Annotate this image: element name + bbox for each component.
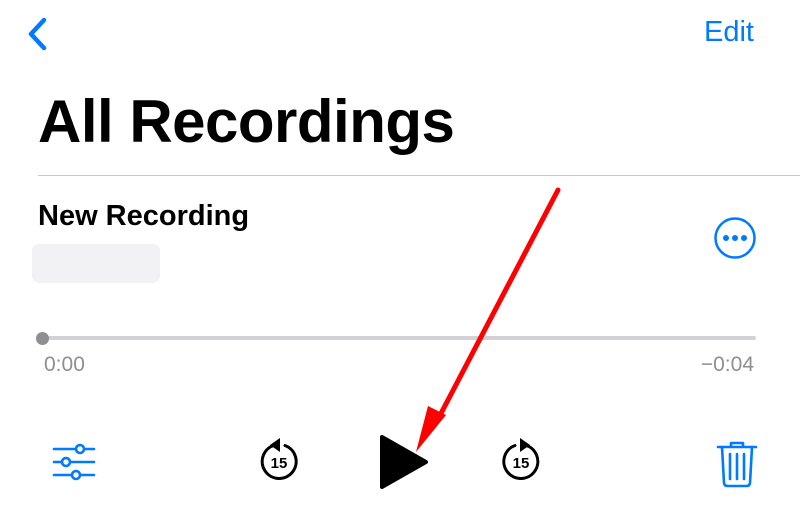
more-options-icon (714, 217, 756, 259)
skip-back-15-icon: 15 (260, 438, 298, 480)
skip-back-seconds: 15 (271, 455, 288, 472)
play-button[interactable] (376, 433, 430, 491)
page-title: All Recordings (38, 88, 455, 155)
skip-back-button[interactable]: 15 (255, 436, 303, 488)
back-button[interactable] (24, 14, 58, 54)
elapsed-time: 0:00 (44, 353, 85, 376)
recording-date-placeholder (32, 244, 160, 283)
scrubber-knob[interactable] (36, 332, 49, 345)
delete-button[interactable] (716, 440, 758, 488)
recording-name[interactable]: New Recording (38, 198, 249, 234)
remaining-time: −0:04 (700, 353, 754, 376)
play-icon (380, 435, 428, 489)
skip-forward-15-icon: 15 (502, 438, 540, 480)
trash-icon (716, 441, 758, 488)
playback-scrubber[interactable] (42, 336, 756, 340)
annotation-arrow-shaft (434, 187, 561, 424)
skip-forward-button[interactable]: 15 (497, 436, 545, 488)
divider (38, 175, 800, 176)
options-sliders-icon (52, 443, 96, 481)
back-chevron-icon (28, 17, 47, 51)
skip-forward-seconds: 15 (513, 455, 530, 472)
more-options-button[interactable] (713, 216, 757, 260)
edit-button[interactable]: Edit (704, 14, 754, 50)
options-button[interactable] (52, 442, 96, 482)
